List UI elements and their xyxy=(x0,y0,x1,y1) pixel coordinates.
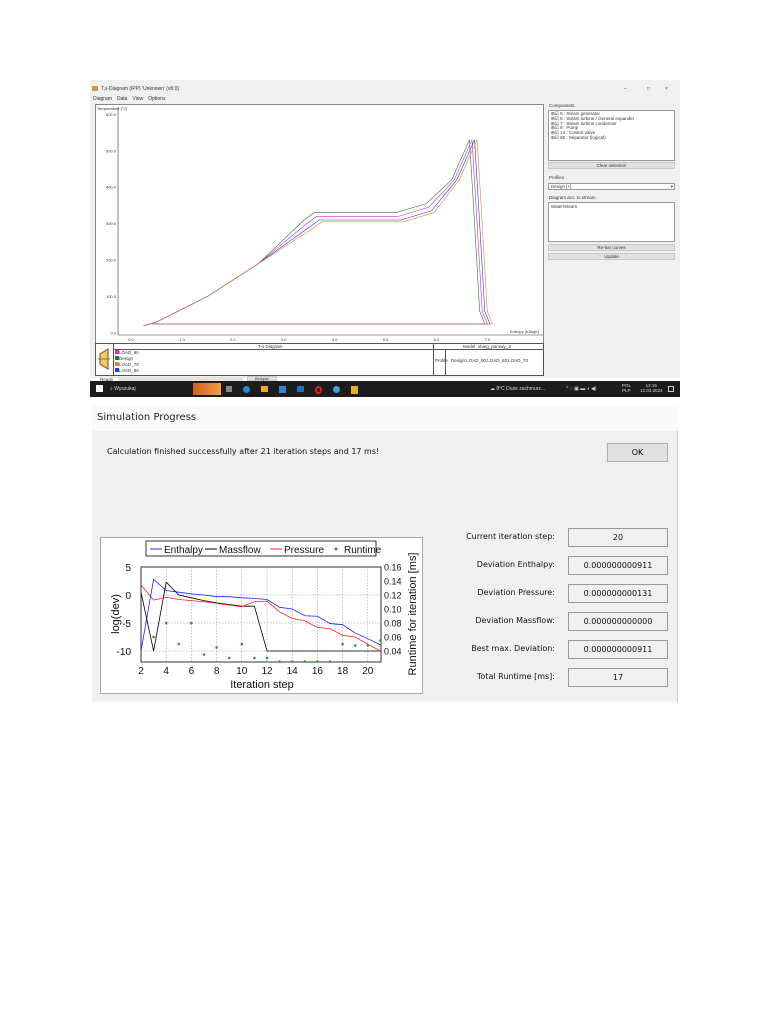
runtime-point xyxy=(303,660,307,663)
ts-series-line xyxy=(143,139,491,326)
runtime-point xyxy=(353,644,357,647)
x-tick-label: 12 xyxy=(261,666,273,677)
y2-tick-label: 0.14 xyxy=(384,577,402,587)
y-tick-label: 5 xyxy=(125,563,131,574)
runtime-point xyxy=(290,660,294,663)
x-tick-label: 4.0 xyxy=(332,337,338,342)
ts-series-line xyxy=(143,139,488,326)
series-line-pressure xyxy=(140,584,381,652)
y-tick-label: 0.0 xyxy=(110,331,116,336)
y-tick-label: 200.0 xyxy=(106,258,117,263)
x-tick-label: 6.0 xyxy=(434,337,440,342)
runtime-point xyxy=(328,660,332,663)
runtime-point xyxy=(341,642,344,646)
x-tick-label: 0.0 xyxy=(128,337,134,342)
series-line-enthalpy xyxy=(140,578,381,652)
x-tick-label: 18 xyxy=(337,666,349,677)
y2-axis-label: Runtime for iteration [ms] xyxy=(407,553,419,676)
x-tick-label: 10 xyxy=(236,666,248,677)
y-tick-label: 300.0 xyxy=(106,221,117,226)
x-axis-label: Entropy [kJ/kgK] xyxy=(510,329,539,334)
runtime-point xyxy=(227,656,231,660)
runtime-point xyxy=(190,621,193,625)
legend-label: Pressure xyxy=(284,545,324,556)
runtime-point xyxy=(215,646,218,649)
runtime-point xyxy=(265,656,269,660)
runtime-point xyxy=(164,621,168,625)
x-tick-label: 4 xyxy=(163,666,169,677)
x-tick-label: 14 xyxy=(287,666,299,677)
y2-tick-label: 0.08 xyxy=(384,619,402,629)
x-tick-label: 7.0 xyxy=(485,337,491,342)
ts-series-line xyxy=(143,139,486,326)
y-tick-label: 100.0 xyxy=(106,294,117,299)
plot-area xyxy=(140,566,382,663)
x-tick-label: 20 xyxy=(362,666,374,677)
x-tick-label: 1.0 xyxy=(179,337,185,342)
runtime-point xyxy=(240,642,244,646)
legend-label: Massflow xyxy=(219,545,261,556)
x-tick-label: 3.0 xyxy=(281,337,287,342)
y2-tick-label: 0.06 xyxy=(384,633,402,643)
x-tick-label: 8 xyxy=(214,666,220,677)
legend-marker xyxy=(334,547,338,551)
y2-tick-label: 0.10 xyxy=(384,605,402,615)
runtime-point xyxy=(366,644,370,647)
legend-label: Enthalpy xyxy=(164,545,203,556)
ts-series-line xyxy=(143,139,493,326)
x-tick-label: 16 xyxy=(312,666,324,677)
y-tick-label: 0 xyxy=(125,591,131,602)
y-tick-label: -5 xyxy=(122,619,131,630)
series-line-massflow xyxy=(140,581,381,652)
y2-tick-label: 0.12 xyxy=(384,591,402,601)
runtime-point xyxy=(177,642,181,646)
y-tick-label: -10 xyxy=(117,647,132,658)
x-tick-label: 5.0 xyxy=(383,337,389,342)
runtime-point xyxy=(278,660,281,663)
runtime-point xyxy=(253,656,256,660)
y2-tick-label: 0.04 xyxy=(384,647,402,657)
runtime-point xyxy=(202,653,206,656)
runtime-point xyxy=(316,660,319,663)
x-tick-label: 2 xyxy=(138,666,144,677)
runtime-point xyxy=(152,635,155,639)
x-tick-label: 2.0 xyxy=(230,337,236,342)
y-axis-label: Temperature [°C] xyxy=(97,106,127,111)
y-tick-label: 600.0 xyxy=(106,112,117,117)
y-tick-label: 400.0 xyxy=(106,185,117,190)
x-axis-label: Iteration step xyxy=(230,679,294,691)
y-tick-label: 500.0 xyxy=(106,148,117,153)
y2-tick-label: 0.16 xyxy=(384,563,402,573)
y-axis-label: log(dev) xyxy=(110,594,122,634)
x-tick-label: 6 xyxy=(189,666,195,677)
legend-label: Runtime xyxy=(344,545,382,556)
runtime-point xyxy=(379,639,382,642)
charts-svg: 0.0 100.0 200.0 300.0 400.0 500.0 600.0 0.0 1.0 2… xyxy=(97,106,543,691)
